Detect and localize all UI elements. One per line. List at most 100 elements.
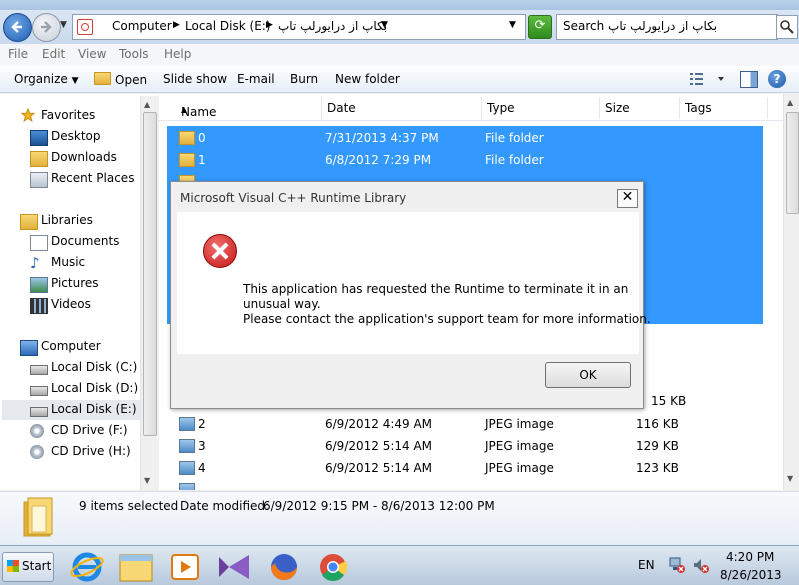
error-dialog: Microsoft Visual C++ Runtime Library ✕ T… [170, 181, 651, 409]
table-row[interactable] [159, 479, 779, 490]
nav-cd-drive-h[interactable]: CD Drive (H:) [51, 444, 131, 458]
scroll-down-icon[interactable]: ▼ [787, 474, 793, 483]
window-title-strip [0, 0, 799, 10]
row-name: 1 [198, 153, 206, 167]
row-size: 116 KB [636, 417, 679, 431]
table-row[interactable]: 2 6/9/2012 4:49 AM JPEG image 116 KB [159, 413, 779, 435]
command-bar: Organize ▼ Open Slide show E-mail Burn N… [0, 66, 799, 93]
sort-ascending-icon: ▲ [181, 105, 188, 114]
folder-icon [179, 153, 195, 167]
dialog-message-line: Please contact the application's support… [243, 312, 651, 326]
internet-explorer-icon[interactable] [68, 551, 106, 583]
new-folder-button[interactable]: New folder [335, 72, 400, 86]
nav-downloads[interactable]: Downloads [51, 150, 117, 164]
nav-recent-places[interactable]: Recent Places [51, 171, 134, 185]
burn-button[interactable]: Burn [290, 72, 318, 86]
clock-date[interactable]: 8/26/2013 [720, 568, 782, 582]
row-type: File folder [485, 131, 544, 145]
email-button[interactable]: E-mail [237, 72, 275, 86]
column-tags-label: Tags [685, 101, 712, 115]
nav-pictures[interactable]: Pictures [51, 276, 99, 290]
scroll-up-icon[interactable]: ▲ [144, 100, 150, 109]
clock-time[interactable]: 4:20 PM [726, 550, 774, 564]
column-date[interactable]: Date [321, 97, 482, 119]
refresh-icon[interactable]: ⟳ [528, 15, 552, 39]
firefox-icon[interactable] [265, 551, 303, 583]
visual-studio-icon[interactable] [215, 551, 253, 583]
table-row[interactable]: 1 6/8/2012 7:29 PM File folder [159, 149, 779, 171]
chrome-icon[interactable] [314, 551, 352, 583]
recent-pages-dropdown-icon[interactable]: ▼ [60, 20, 67, 30]
help-icon[interactable]: ? [768, 70, 786, 88]
search-input[interactable]: Search بکاپ از درایورلپ تاپ [556, 14, 778, 40]
nav-local-disk-c[interactable]: Local Disk (C:) [51, 360, 137, 374]
breadcrumb-local-disk-e[interactable]: Local Disk (E:) [185, 19, 271, 33]
header-divider [159, 120, 783, 121]
start-button[interactable]: Start [2, 552, 54, 582]
preview-pane-icon[interactable] [740, 71, 758, 88]
breadcrumb-chevron-icon[interactable]: ▶ [266, 20, 273, 30]
close-icon[interactable]: ✕ [617, 189, 638, 208]
error-icon [203, 234, 237, 268]
navigation-scrollbar[interactable]: ▲ ▼ [140, 96, 158, 490]
nav-desktop[interactable]: Desktop [51, 129, 101, 143]
row-date: 6/9/2012 4:49 AM [325, 417, 433, 431]
nav-documents[interactable]: Documents [51, 234, 119, 248]
address-history-dropdown-icon[interactable]: ▼ [509, 20, 516, 30]
menu-tools[interactable]: Tools [119, 47, 149, 61]
breadcrumb-chevron-icon[interactable]: ▶ [173, 20, 180, 30]
column-tags[interactable]: Tags [679, 97, 768, 119]
menu-bar: File Edit View Tools Help [0, 44, 799, 66]
nav-local-disk-e[interactable]: Local Disk (E:) [51, 402, 137, 416]
change-view-icon[interactable] [690, 72, 730, 89]
column-name[interactable]: Name ▲ [169, 97, 322, 119]
nav-local-disk-d[interactable]: Local Disk (D:) [51, 381, 138, 395]
nav-computer[interactable]: Computer [41, 339, 101, 353]
search-icon[interactable] [776, 15, 798, 39]
address-bar[interactable]: Computer ▶ Local Disk (E:) ▶ بکاپ از درا… [72, 14, 526, 40]
cd-drive-h-icon [30, 445, 44, 459]
table-row[interactable]: 0 7/31/2013 4:37 PM File folder [159, 127, 779, 149]
table-row[interactable] [159, 171, 779, 181]
network-error-icon[interactable] [668, 556, 686, 574]
windows-explorer-icon[interactable] [117, 551, 155, 583]
breadcrumb-computer[interactable]: Computer [112, 19, 172, 33]
scrollbar-thumb[interactable] [143, 112, 157, 436]
volume-muted-icon[interactable] [692, 556, 710, 574]
media-player-icon[interactable] [166, 551, 204, 583]
breadcrumb-chevron-icon[interactable]: ▼ [381, 20, 388, 30]
open-button[interactable]: Open [94, 72, 147, 87]
column-type[interactable]: Type [481, 97, 600, 119]
disk-e-icon [30, 407, 48, 417]
row-name: 4 [198, 461, 206, 475]
back-button[interactable] [3, 13, 32, 42]
recent-places-icon [30, 172, 48, 188]
nav-cd-drive-f[interactable]: CD Drive (F:) [51, 423, 128, 437]
menu-edit[interactable]: Edit [42, 47, 65, 61]
column-size[interactable]: Size [599, 97, 680, 119]
scrollbar-thumb[interactable] [786, 112, 799, 214]
details-pane: 9 items selected Date modified: 6/9/2012… [0, 491, 799, 545]
nav-favorites[interactable]: Favorites [41, 108, 95, 122]
file-list-scrollbar[interactable]: ▲ ▼ [783, 94, 799, 490]
menu-file[interactable]: File [8, 47, 28, 61]
nav-music[interactable]: Music [51, 255, 85, 269]
language-indicator[interactable]: EN [638, 558, 655, 572]
open-label: Open [115, 73, 148, 87]
disk-d-icon [30, 386, 48, 396]
ok-button[interactable]: OK [545, 362, 631, 388]
table-row[interactable]: 3 6/9/2012 5:14 AM JPEG image 129 KB [159, 435, 779, 457]
nav-videos[interactable]: Videos [51, 297, 91, 311]
table-row[interactable]: 4 6/9/2012 5:14 AM JPEG image 123 KB [159, 457, 779, 479]
scroll-up-icon[interactable]: ▲ [787, 98, 793, 107]
scroll-down-icon[interactable]: ▼ [144, 476, 150, 485]
selection-count: 9 items selected [79, 499, 179, 513]
cd-drive-f-icon [30, 424, 44, 438]
organize-button[interactable]: Organize ▼ [14, 72, 79, 86]
menu-help[interactable]: Help [164, 47, 191, 61]
forward-button[interactable] [32, 13, 61, 42]
slideshow-button[interactable]: Slide show [163, 72, 227, 86]
menu-view[interactable]: View [78, 47, 106, 61]
breadcrumb-folder[interactable]: بکاپ از درایورلپ تاپ [278, 19, 387, 33]
nav-libraries[interactable]: Libraries [41, 213, 93, 227]
